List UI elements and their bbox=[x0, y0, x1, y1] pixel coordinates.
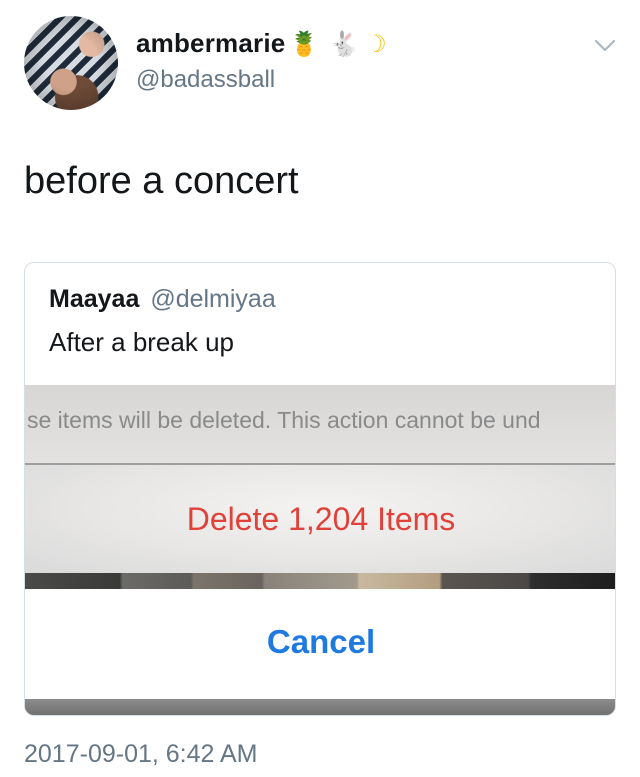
delete-items-button: Delete 1,204 Items bbox=[25, 465, 615, 573]
author-avatar[interactable] bbox=[24, 16, 118, 110]
quoted-tweet-card[interactable]: Maayaa @delmiyaa After a break up se ite… bbox=[24, 262, 616, 716]
author-display-name[interactable]: ambermarie bbox=[136, 28, 285, 59]
tweet-timestamp[interactable]: 2017-09-01, 6:42 AM bbox=[24, 740, 258, 769]
tweet-text: before a concert bbox=[24, 160, 299, 202]
rabbit-emoji-icon: 🐇 bbox=[329, 29, 360, 58]
quoted-tweet-text: After a break up bbox=[49, 327, 234, 357]
cancel-button: Cancel bbox=[25, 589, 615, 699]
image-bottom-edge bbox=[25, 699, 615, 715]
quoted-author-handle: @delmiyaa bbox=[150, 285, 276, 313]
author-handle[interactable]: @badassball bbox=[136, 66, 275, 94]
quoted-tweet-header: Maayaa @delmiyaa bbox=[49, 285, 276, 314]
crescent-moon-emoji-icon: ☽ bbox=[365, 29, 387, 58]
chevron-down-icon[interactable] bbox=[594, 38, 616, 54]
photo-thumbnail-strip bbox=[25, 573, 615, 589]
delete-items-label: Delete 1,204 Items bbox=[186, 501, 456, 537]
pineapple-emoji-icon: 🍍 bbox=[289, 29, 320, 58]
action-sheet-message: se items will be deleted. This action ca… bbox=[27, 407, 541, 433]
quoted-tweet-image[interactable]: se items will be deleted. This action ca… bbox=[25, 385, 615, 715]
author-name-row: ambermarie 🍍 🐇 ☽ bbox=[136, 28, 387, 59]
quoted-author-name: Maayaa bbox=[49, 285, 140, 313]
action-sheet-message-area: se items will be deleted. This action ca… bbox=[25, 385, 615, 463]
cancel-label: Cancel bbox=[266, 623, 376, 660]
